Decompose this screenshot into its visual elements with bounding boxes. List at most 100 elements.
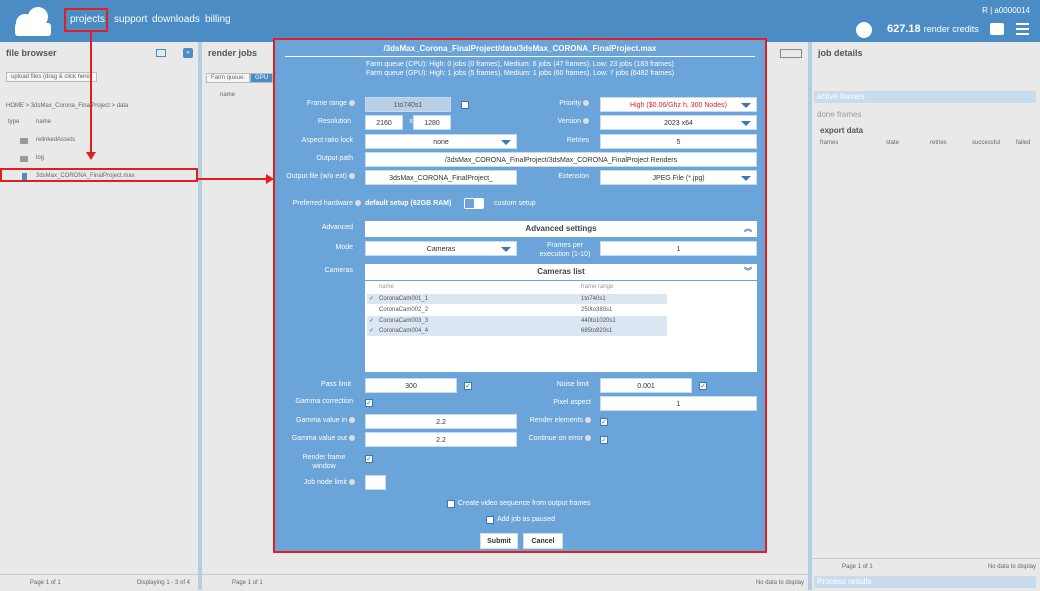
add-paused-checkbox[interactable] [486, 516, 494, 524]
cloud-logo-icon[interactable] [10, 5, 55, 37]
camera-row[interactable]: ✓ CoronaCam001_1 1to740s1 [367, 294, 667, 304]
col-type[interactable]: type [8, 119, 19, 125]
page-input[interactable]: 1 [46, 580, 49, 586]
continue-on-error-checkbox[interactable] [600, 436, 608, 444]
folder-icon [20, 156, 28, 162]
noise-limit-checkbox[interactable] [699, 382, 707, 390]
cameras-list-header[interactable]: Cameras list ︾ [365, 264, 757, 280]
col-successful[interactable]: successful [972, 140, 1000, 146]
done-frames-header[interactable]: done frames [814, 109, 1036, 121]
frame-range-input[interactable]: 1to740s1 [365, 97, 451, 112]
retries-label: Retries [566, 137, 589, 144]
nav-support[interactable]: support [114, 14, 147, 25]
aspect-ratio-select[interactable]: none [365, 134, 517, 149]
bell-icon[interactable] [856, 22, 872, 38]
pass-limit-label: Pass limit [321, 381, 351, 388]
frame-range-label: Frame range [275, 100, 355, 107]
collapse-left-icon[interactable]: « [183, 48, 193, 58]
hardware-default-label: default setup (62GB RAM) [365, 200, 452, 207]
camera-row[interactable]: CoronaCam002_2 250to380s1 [367, 305, 667, 315]
pixel-aspect-label: Pixel aspect [553, 399, 591, 406]
grid-view-icon[interactable] [780, 49, 802, 58]
output-path-input[interactable]: /3dsMax_CORONA_FinalProject/3dsMax_CORON… [365, 152, 757, 167]
resolution-label: Resolution [317, 118, 351, 125]
nav-downloads[interactable]: downloads [152, 14, 200, 25]
gamma-correction-label: Gamma correction [295, 398, 353, 405]
frames-per-execution-input[interactable]: 1 [600, 241, 757, 256]
upload-files-button[interactable]: upload files (drag & click here) [6, 72, 97, 82]
top-bar: projects support downloads billing R | a… [0, 0, 1040, 42]
job-details-pager: Page 1 of 1 No data to display [812, 558, 1040, 574]
annotation-arrow [198, 178, 268, 180]
resolution-x: x [409, 118, 414, 125]
output-file-input[interactable]: 3dsMax_CORONA_FinalProject_ [365, 170, 517, 185]
page-input[interactable]: 1 [858, 564, 861, 570]
annotation-arrow-head [86, 152, 96, 160]
projects-highlight-box [64, 8, 108, 32]
advanced-label: Advanced [321, 224, 353, 231]
farm-queue-cpu: Farm queue (CPU): High: 0 jobs (0 frames… [366, 61, 674, 68]
add-paused-label: Add job as paused [497, 516, 555, 523]
export-data-header[interactable]: export data [814, 125, 1036, 137]
submit-button[interactable]: Submit [480, 533, 518, 549]
col-name[interactable]: name [36, 119, 51, 125]
hamburger-menu-icon[interactable] [1016, 23, 1029, 35]
breadcrumb[interactable]: HOME > 3dsMax_Corona_FinalProject > data [6, 103, 128, 109]
nav-billing[interactable]: billing [205, 14, 231, 25]
gamma-correction-checkbox[interactable] [365, 399, 373, 407]
layout-icon[interactable] [156, 49, 166, 57]
resolution-height-input[interactable]: 1280 [413, 115, 451, 130]
output-path-label: Output path [316, 155, 353, 162]
gamma-in-label: Gamma value in [275, 417, 355, 424]
page-input[interactable]: 1 [248, 580, 251, 586]
file-browser-pager: Page 1 of 1 Displaying 1 - 3 of 4 [0, 574, 198, 590]
file-browser-title: file browser [6, 48, 57, 58]
noise-limit-input[interactable]: 0.001 [600, 378, 692, 393]
gamma-out-label: Gamma value out [275, 435, 355, 442]
farm-queue-label: Farm queue: [206, 73, 251, 83]
chat-icon[interactable] [990, 23, 1004, 35]
col-state[interactable]: state [886, 140, 899, 146]
file-item[interactable]: log [36, 155, 44, 161]
cameras-table-header: name frame range [379, 284, 614, 290]
render-elements-label: Render elements [495, 417, 591, 424]
version-select[interactable]: 2023 x64 [600, 115, 757, 130]
col-failed[interactable]: failed [1016, 140, 1030, 146]
col-name[interactable]: name [220, 92, 235, 98]
mode-select[interactable]: Cameras [365, 241, 517, 256]
hardware-toggle[interactable] [464, 198, 484, 209]
camera-row[interactable]: ✓ CoronaCam003_3 440to1020s1 [367, 316, 667, 326]
version-label: Version [515, 118, 589, 125]
render-frame-window-checkbox[interactable] [365, 455, 373, 463]
pass-limit-input[interactable]: 300 [365, 378, 457, 393]
retries-input[interactable]: 5 [600, 134, 757, 149]
cancel-button[interactable]: Cancel [523, 533, 563, 549]
resolution-width-input[interactable]: 2160 [365, 115, 403, 130]
priority-select[interactable]: High ($0.06/Ghz h, 300 Nodes) [600, 97, 757, 112]
output-file-label: Output file (w/o ext) [275, 173, 355, 180]
hardware-custom-label: custom setup [494, 200, 536, 207]
user-id[interactable]: R | a0000014 [982, 6, 1030, 15]
chevron-down-icon[interactable]: ︾ [744, 264, 752, 280]
file-item[interactable]: relinkedAssets [36, 137, 75, 143]
process-results-header[interactable]: Process results [814, 576, 1036, 588]
advanced-settings-header[interactable]: Advanced settings ︽ [365, 221, 757, 237]
chevron-up-icon[interactable]: ︽ [744, 221, 752, 237]
pixel-aspect-input[interactable]: 1 [600, 396, 757, 411]
camera-row[interactable]: ✓ CoronaCam004_4 685to920s1 [367, 326, 667, 336]
col-retries[interactable]: retries [930, 140, 947, 146]
continue-on-error-label: Continue on error [495, 435, 591, 442]
extension-select[interactable]: JPEG File (*.jpg) [600, 170, 757, 185]
aspect-ratio-label: Aspect ratio lock [301, 137, 353, 144]
render-elements-checkbox[interactable] [600, 418, 608, 426]
active-frames-header[interactable]: active frames [814, 91, 1036, 103]
col-frames[interactable]: frames [820, 140, 838, 146]
folder-icon [20, 138, 28, 144]
gpu-tab[interactable]: GPU [250, 73, 274, 83]
frame-range-checkbox[interactable] [461, 101, 469, 109]
pass-limit-checkbox[interactable] [464, 382, 472, 390]
create-video-checkbox[interactable] [447, 500, 455, 508]
cameras-table: name frame range ✓ CoronaCam001_1 1to740s1 … [365, 281, 757, 372]
job-node-limit-input[interactable] [365, 475, 386, 490]
annotation-arrow [90, 32, 92, 156]
